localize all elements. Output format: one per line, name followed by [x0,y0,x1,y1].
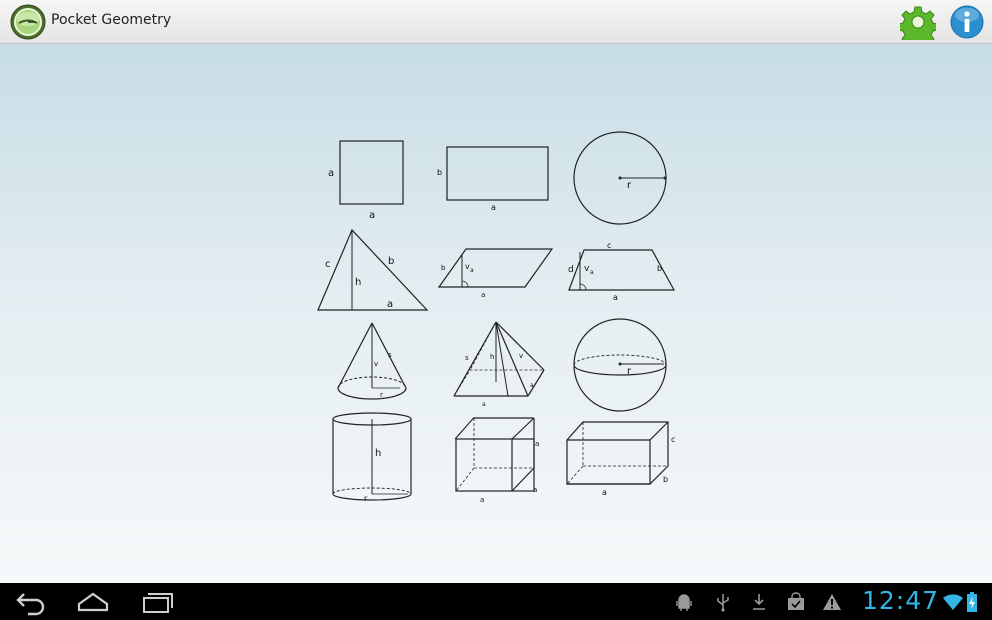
shopping-bag-icon [786,592,806,612]
system-bar [0,583,992,620]
action-bar: Pocket Geometry [0,0,992,48]
label-prism-height: c [671,435,675,444]
label-rectangle-side: b [437,168,442,177]
battery-icon [966,592,978,612]
label-square-side: a [328,168,334,179]
shape-trapezoid[interactable]: c d v a b a [565,240,677,302]
label-pyramid-slant: s [465,354,469,362]
label-trapezoid-height-sub: a [590,269,594,276]
label-trapezoid-left: d [568,265,574,275]
usb-icon [713,592,733,612]
gear-icon[interactable] [897,4,939,48]
info-icon[interactable] [949,4,985,40]
shape-rectangle[interactable]: b a [435,144,555,214]
label-parallelogram-base: a [481,291,485,299]
android-debug-icon [674,592,694,612]
shape-pyramid[interactable]: s h v a a [448,320,548,410]
label-rectangle-bottom: a [491,203,496,212]
shape-triangle[interactable]: c b h a [316,228,431,314]
app-title: Pocket Geometry [51,12,172,28]
label-pyramid-side: a [530,382,534,389]
shape-parallelogram[interactable]: b v a a [436,247,556,299]
shape-cone[interactable]: s v r [334,320,414,404]
label-parallelogram-height-sub: a [470,267,474,274]
label-triangle-left: c [325,259,331,270]
shape-sphere[interactable]: r [572,317,668,413]
shape-square[interactable]: a a [325,138,415,221]
app-logo-icon[interactable] [10,4,46,40]
shape-circle[interactable]: r [572,131,668,227]
label-cylinder-height: h [375,448,381,459]
wifi-icon [943,592,963,612]
label-cone-slant: s [388,351,392,359]
label-pyramid-height: h [490,353,494,361]
back-icon[interactable] [12,588,52,616]
label-trapezoid-right: b [657,264,662,273]
label-sphere-radius: r [627,366,632,377]
label-triangle-right: b [388,256,394,267]
label-prism-depth: b [663,475,668,484]
label-prism-base: a [602,488,607,497]
label-pyramid-face-height: v [519,352,523,360]
shape-cube[interactable]: a a a [452,416,548,504]
shape-cylinder[interactable]: h r [330,410,414,504]
status-clock: 12:47 [862,586,940,615]
label-cube-side: a [535,440,539,448]
label-triangle-height: h [355,277,361,288]
label-cylinder-radius: r [364,494,368,503]
label-square-bottom: a [369,210,375,221]
label-circle-radius: r [627,180,632,191]
label-pyramid-base: a [482,401,486,408]
shapes-grid: a a b a r c b h a b v a a c d v a b a s … [0,44,992,583]
label-cube-depth: a [533,486,537,494]
warning-icon [822,592,842,612]
home-icon[interactable] [73,588,113,616]
recent-apps-icon[interactable] [136,588,176,616]
label-cube-base: a [480,496,484,504]
label-triangle-base: a [387,299,393,310]
label-cone-height: v [374,360,378,368]
label-trapezoid-top: c [607,241,611,250]
label-trapezoid-base: a [613,293,618,302]
download-icon [749,592,769,612]
label-cone-radius: r [380,391,383,399]
label-parallelogram-side: b [441,264,446,272]
shape-rectangular-prism[interactable]: c b a [565,420,685,502]
